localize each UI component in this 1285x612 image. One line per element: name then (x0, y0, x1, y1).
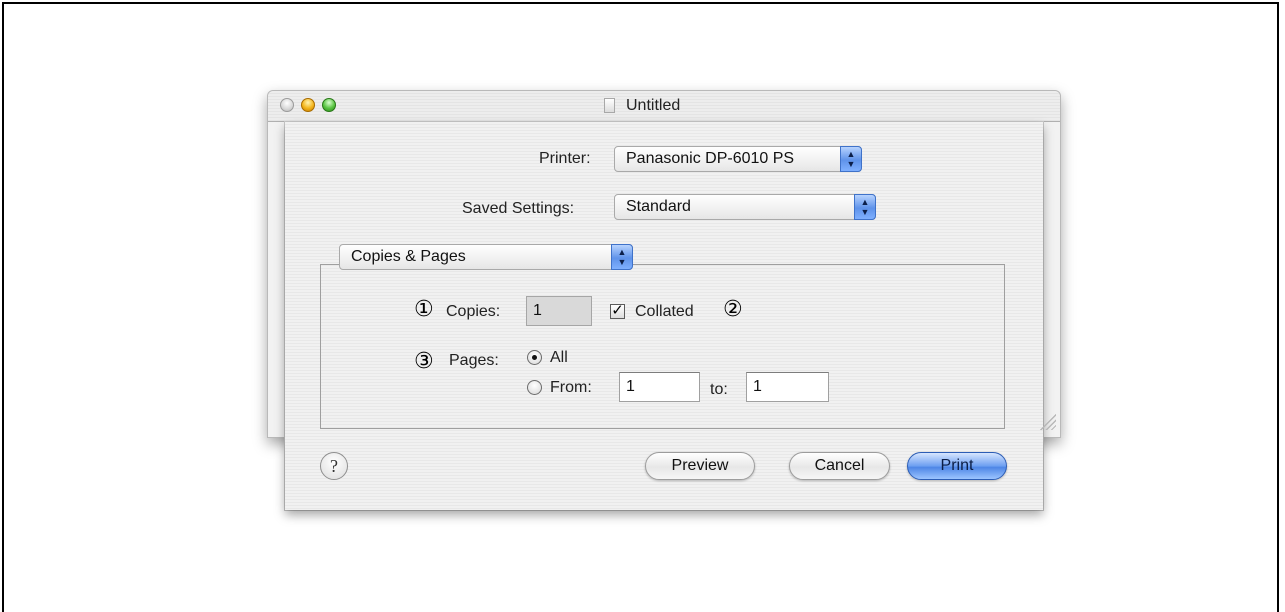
check-icon: ✓ (611, 302, 624, 319)
copies-field[interactable]: 1 (526, 296, 592, 326)
help-icon: ? (330, 456, 338, 476)
saved-settings-popup-value: Standard (626, 198, 691, 215)
saved-settings-popup[interactable]: Standard ▲ ▼ (614, 194, 876, 220)
printer-popup[interactable]: Panasonic DP-6010 PS ▲ ▼ (614, 146, 862, 172)
saved-settings-label: Saved Settings: (462, 200, 575, 217)
window-title: Untitled (626, 97, 681, 114)
resize-grip-icon[interactable] (1038, 412, 1056, 430)
zoom-button[interactable] (322, 98, 336, 112)
pages-from-radio[interactable] (527, 380, 542, 395)
collated-checkbox[interactable]: ✓ (610, 302, 625, 319)
pages-label: Pages: (449, 352, 499, 369)
panel-popup-value: Copies & Pages (351, 248, 466, 265)
pages-from-field[interactable]: 1 (619, 372, 700, 402)
help-button[interactable]: ? (320, 452, 348, 480)
printer-label: Printer: (539, 150, 591, 167)
pages-to-field[interactable]: 1 (746, 372, 829, 402)
title-bar[interactable]: Untitled (268, 91, 1060, 122)
printer-popup-value: Panasonic DP-6010 PS (626, 150, 795, 167)
callout-marker-3: ③ (414, 349, 434, 374)
copies-pages-group (320, 264, 1005, 429)
popup-arrows-icon: ▲ ▼ (840, 146, 862, 172)
close-button[interactable] (280, 98, 294, 112)
pages-all-label: All (550, 349, 568, 366)
pages-from-label: From: (550, 379, 592, 396)
print-button[interactable]: Print (907, 452, 1007, 480)
minimize-button[interactable] (301, 98, 315, 112)
callout-marker-2: ② (723, 297, 743, 322)
collated-label: Collated (635, 303, 694, 320)
copies-label: Copies: (446, 303, 501, 320)
document-icon (604, 98, 615, 113)
panel-popup[interactable]: Copies & Pages ▲ ▼ (339, 244, 633, 270)
callout-marker-1: ① (414, 297, 434, 322)
preview-button[interactable]: Preview (645, 452, 755, 480)
cancel-button[interactable]: Cancel (789, 452, 890, 480)
popup-arrows-icon: ▲ ▼ (611, 244, 633, 270)
pages-to-label: to: (710, 381, 728, 398)
pages-all-radio[interactable] (527, 350, 542, 365)
popup-arrows-icon: ▲ ▼ (854, 194, 876, 220)
